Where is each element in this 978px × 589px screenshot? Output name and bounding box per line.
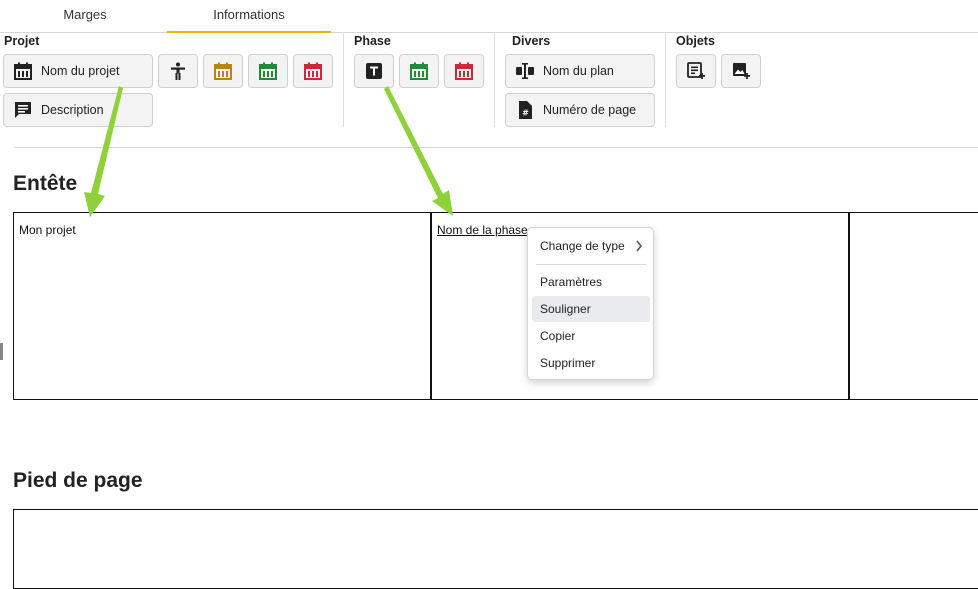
left-edge-marker — [0, 343, 3, 360]
entete-cell-mon-projet[interactable]: Mon projet — [19, 223, 76, 237]
phase-text-button[interactable] — [354, 54, 394, 88]
entete-title: Entête — [13, 172, 78, 195]
description-label: Description — [41, 103, 104, 117]
svg-text:#: # — [522, 109, 529, 118]
menu-separator — [536, 264, 646, 265]
add-note-icon — [686, 61, 706, 81]
calendar-green-button[interactable] — [248, 54, 288, 88]
add-text-object-button[interactable] — [676, 54, 716, 88]
menu-item-parametres[interactable]: Paramètres — [532, 269, 650, 295]
entete-cell-nom-de-la-phase[interactable]: Nom de la phase — [437, 223, 528, 237]
phase-calendar-red-button[interactable] — [444, 54, 484, 88]
entete-table: Mon projet Nom de la phase — [13, 212, 978, 400]
annotation-arrow — [384, 86, 453, 216]
group-title-objets: Objets — [676, 34, 715, 48]
numero-de-page-label: Numéro de page — [543, 103, 637, 117]
accessibility-button[interactable] — [158, 54, 198, 88]
nom-du-projet-label: Nom du projet — [41, 64, 120, 78]
tab-marges[interactable]: Marges — [40, 0, 130, 31]
add-image-icon — [731, 61, 751, 81]
page-number-icon: # — [515, 100, 535, 120]
group-title-projet: Projet — [4, 34, 40, 48]
group-separator — [494, 33, 495, 127]
group-separator — [343, 33, 344, 127]
menu-item-souligner[interactable]: Souligner — [532, 296, 650, 322]
calendar-gold-button[interactable] — [203, 54, 243, 88]
calendar-gold-icon — [213, 61, 233, 81]
group-separator — [665, 33, 666, 127]
menu-item-label: Change de type — [540, 239, 625, 253]
calendar-green-icon — [258, 61, 278, 81]
text-cursor-icon — [515, 61, 535, 81]
menu-item-change-de-type[interactable]: Change de type — [532, 233, 650, 259]
chevron-right-icon — [634, 233, 644, 267]
pied-de-page-title: Pied de page — [13, 469, 143, 492]
person-icon — [168, 61, 188, 81]
add-image-object-button[interactable] — [721, 54, 761, 88]
context-menu: Change de type Paramètres Souligner Copi… — [527, 227, 654, 380]
tab-informations[interactable]: Informations — [167, 0, 331, 33]
ribbon-divider — [14, 147, 978, 148]
calendar-green-icon — [409, 61, 429, 81]
text-box-icon — [364, 61, 384, 81]
pied-de-page-table — [13, 509, 978, 589]
cell-divider — [848, 213, 850, 399]
numero-de-page-button[interactable]: # Numéro de page — [505, 93, 655, 127]
calendar-red-icon — [454, 61, 474, 81]
menu-item-supprimer[interactable]: Supprimer — [532, 350, 650, 376]
menu-item-copier[interactable]: Copier — [532, 323, 650, 349]
phase-calendar-green-button[interactable] — [399, 54, 439, 88]
calendar-icon — [13, 61, 33, 81]
nom-du-plan-label: Nom du plan — [543, 64, 614, 78]
comment-icon — [13, 100, 33, 120]
calendar-red-button[interactable] — [293, 54, 333, 88]
cell-divider — [430, 213, 432, 399]
tab-bar: Marges Informations — [0, 0, 978, 33]
nom-du-projet-button[interactable]: Nom du projet — [3, 54, 153, 88]
calendar-red-icon — [303, 61, 323, 81]
group-title-phase: Phase — [354, 34, 391, 48]
description-button[interactable]: Description — [3, 93, 153, 127]
nom-du-plan-button[interactable]: Nom du plan — [505, 54, 655, 88]
group-title-divers: Divers — [512, 34, 551, 48]
